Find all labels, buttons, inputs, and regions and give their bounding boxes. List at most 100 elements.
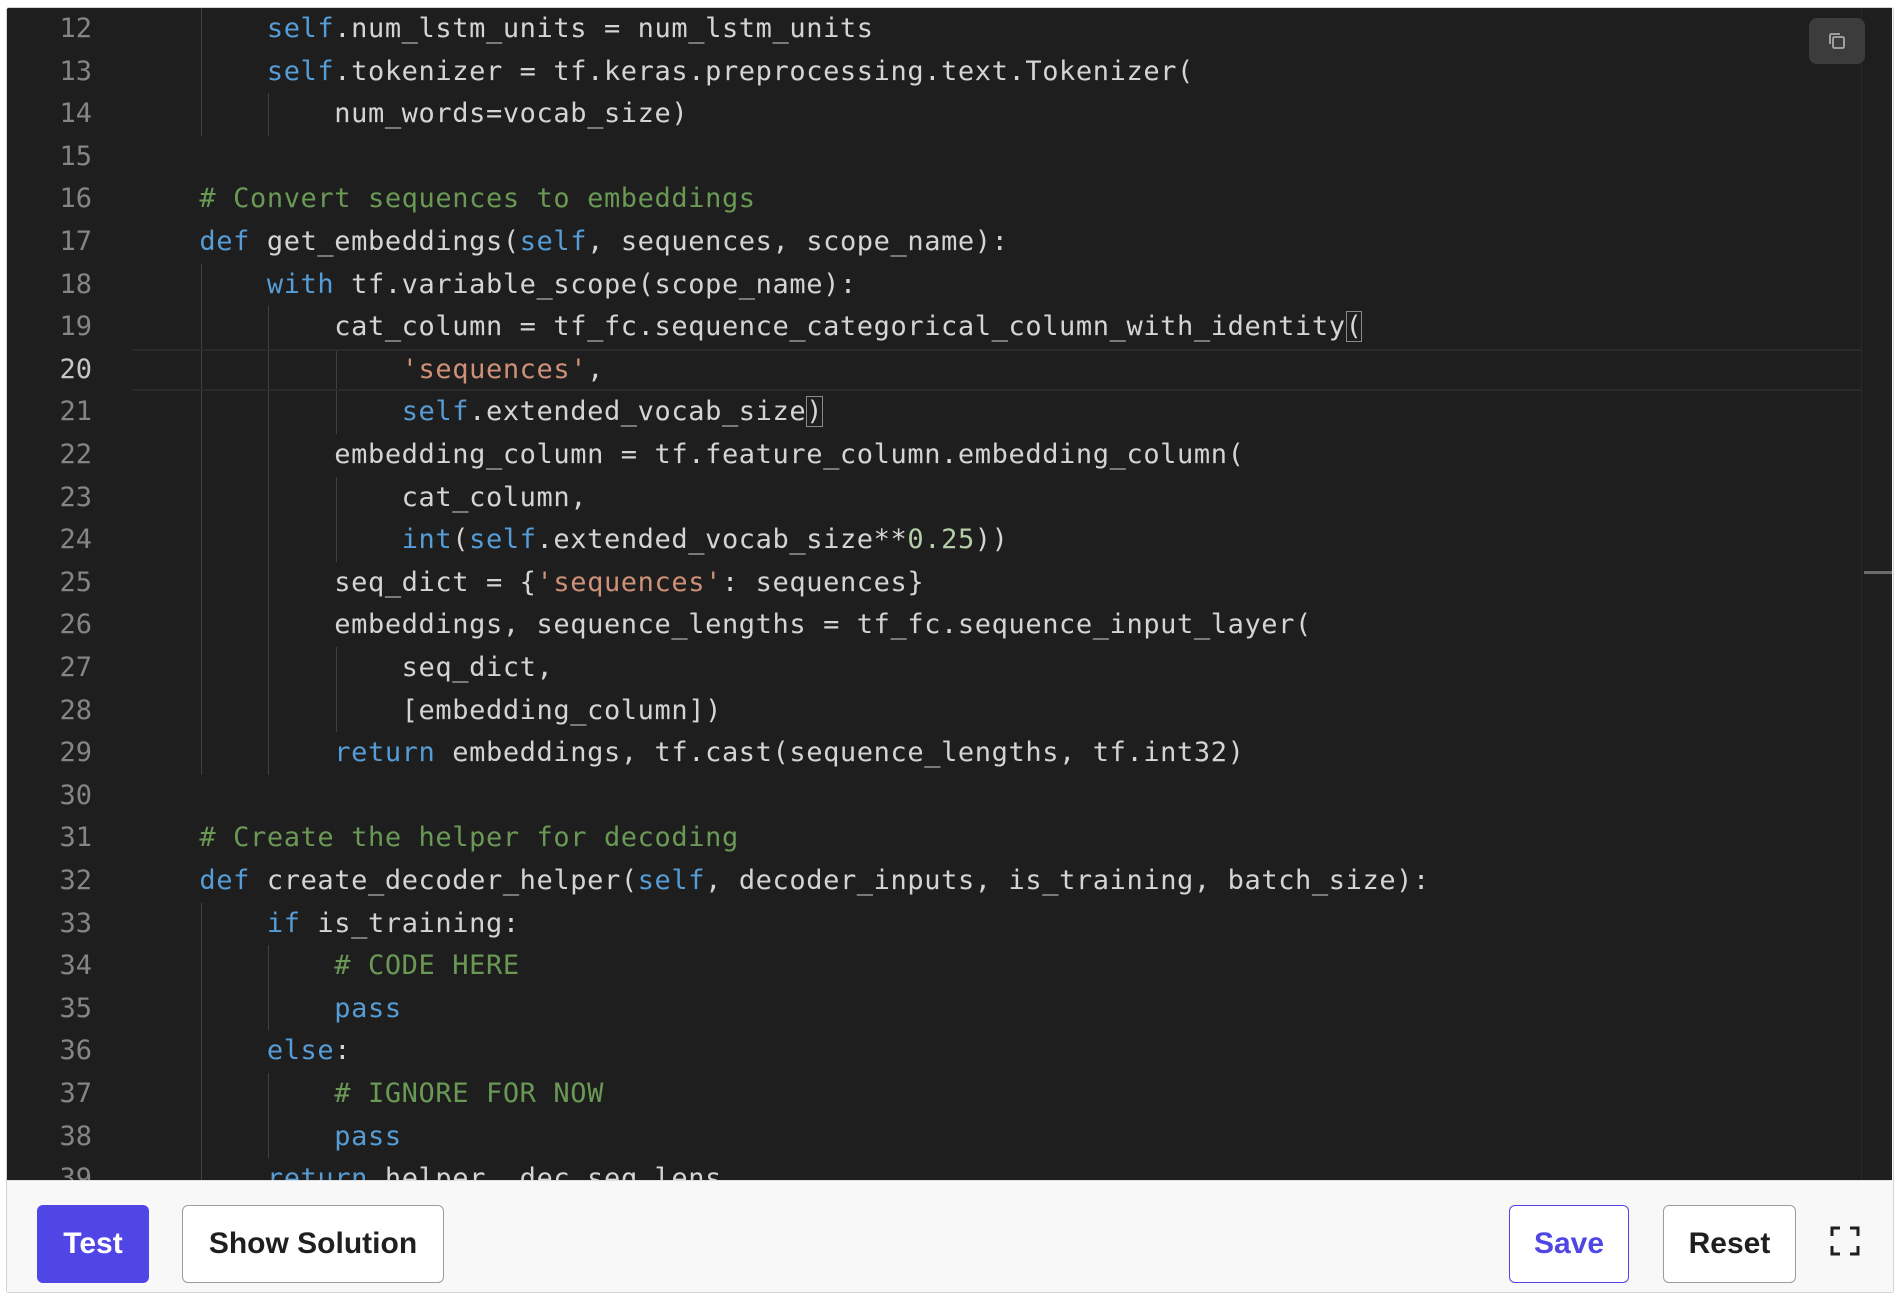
code-content[interactable]: self.num_lstm_units = num_lstm_units sel… xyxy=(132,8,1862,1180)
code-token: if xyxy=(266,907,301,939)
code-token: pass xyxy=(334,992,402,1024)
code-line[interactable]: self.tokenizer = tf.keras.preprocessing.… xyxy=(132,51,1194,93)
line-number: 28 xyxy=(59,694,92,726)
action-toolbar: Test Show Solution Save Reset xyxy=(7,1180,1892,1292)
code-token: , sequences, scope_name): xyxy=(587,226,1009,257)
fullscreen-icon[interactable] xyxy=(1829,1225,1861,1257)
line-number-gutter: 12 13 14 15 16 17 18 19 20 21 22 23 24 25 26 27 28 29 30 31… xyxy=(7,8,132,1180)
code-token: ) xyxy=(806,396,824,428)
code-token: .tokenizer = tf.keras.preprocessing.text… xyxy=(334,55,1194,87)
code-token: with xyxy=(266,268,335,300)
code-line[interactable]: # CODE HERE xyxy=(132,945,520,987)
save-button[interactable]: Save xyxy=(1509,1205,1629,1283)
code-token: return xyxy=(334,737,436,769)
code-token: self xyxy=(401,396,470,428)
code-token: 0.25 xyxy=(907,524,975,556)
code-token: )) xyxy=(974,524,1009,556)
code-token: create_decoder_helper( xyxy=(250,865,638,896)
code-line[interactable]: with tf.variable_scope(scope_name): xyxy=(132,264,857,306)
code-line[interactable]: def get_embeddings(self, sequences, scop… xyxy=(132,221,1009,263)
code-line[interactable]: seq_dict = {'sequences': sequences} xyxy=(132,562,924,604)
code-line[interactable]: cat_column, xyxy=(132,477,587,519)
line-number: 31 xyxy=(59,822,92,854)
code-line[interactable]: # IGNORE FOR NOW xyxy=(132,1073,604,1115)
line-number: 12 xyxy=(59,13,92,44)
code-line[interactable]: return embeddings, tf.cast(sequence_leng… xyxy=(132,732,1244,774)
code-line[interactable]: self.extended_vocab_size) xyxy=(132,391,824,433)
code-line[interactable]: return helper, dec_seq_lens xyxy=(132,1158,722,1180)
line-number: 34 xyxy=(59,950,92,982)
vertical-scrollbar[interactable] xyxy=(1861,8,1892,1180)
code-line[interactable]: self.num_lstm_units = num_lstm_units xyxy=(132,8,874,50)
reset-button[interactable]: Reset xyxy=(1663,1205,1796,1283)
code-line[interactable]: [embedding_column]) xyxy=(132,690,722,732)
line-number: 25 xyxy=(59,566,92,598)
code-token: self xyxy=(266,55,335,87)
scrollbar-position-marker xyxy=(1864,571,1892,574)
line-number: 39 xyxy=(59,1163,92,1180)
code-line[interactable]: seq_dict, xyxy=(132,647,553,689)
code-token: # CODE HERE xyxy=(334,950,520,982)
code-token: else xyxy=(266,1035,335,1067)
code-token: : xyxy=(334,1035,352,1067)
copy-icon xyxy=(1829,33,1845,49)
code-line[interactable]: if is_training: xyxy=(132,903,520,945)
code-token: tf.variable_scope(scope_name): xyxy=(334,268,857,300)
line-number: 35 xyxy=(59,992,92,1024)
code-line[interactable]: pass xyxy=(132,988,402,1030)
code-line[interactable]: # Convert sequences to embeddings xyxy=(132,178,756,220)
code-line[interactable]: int(self.extended_vocab_size**0.25)) xyxy=(132,519,1009,561)
code-token: helper, dec_seq_lens xyxy=(367,1163,722,1180)
show-solution-button[interactable]: Show Solution xyxy=(182,1205,444,1283)
code-line[interactable]: cat_column = tf_fc.sequence_categorical_… xyxy=(132,306,1363,348)
code-token: # IGNORE FOR NOW xyxy=(334,1078,604,1109)
line-number: 22 xyxy=(59,439,92,470)
code-line[interactable]: embedding_column = tf.feature_column.emb… xyxy=(132,434,1244,476)
code-line[interactable]: def create_decoder_helper(self, decoder_… xyxy=(132,860,1430,902)
line-number: 13 xyxy=(59,55,92,87)
code-token: # Create the helper for decoding xyxy=(199,822,739,854)
line-number: 26 xyxy=(59,609,92,641)
code-token: , xyxy=(587,353,604,385)
code-token: ( xyxy=(1345,311,1363,343)
code-line[interactable]: 'sequences', xyxy=(132,349,604,391)
code-line[interactable]: embeddings, sequence_lengths = tf_fc.seq… xyxy=(132,604,1312,646)
line-number: 27 xyxy=(59,652,92,683)
code-token: : sequences} xyxy=(721,566,925,598)
code-token: ( xyxy=(452,524,470,556)
code-line[interactable]: else: xyxy=(132,1030,351,1072)
code-editor[interactable]: 12 13 14 15 16 17 18 19 20 21 22 23 24 25 26 27 28 29 30 31… xyxy=(7,8,1892,1180)
code-token: embeddings, tf.cast(sequence_lengths, tf… xyxy=(435,737,1245,769)
code-token: .extended_vocab_size** xyxy=(536,524,908,556)
code-token: [embedding_column]) xyxy=(132,694,722,726)
code-line[interactable]: num_words=vocab_size) xyxy=(132,93,688,135)
line-number: 36 xyxy=(59,1035,92,1067)
code-line[interactable]: pass xyxy=(132,1116,402,1158)
code-token: seq_dict, xyxy=(132,652,554,683)
test-button[interactable]: Test xyxy=(37,1205,149,1283)
code-token: embeddings, sequence_lengths = tf_fc.seq… xyxy=(132,609,1312,641)
line-number: 21 xyxy=(59,396,92,428)
line-number: 38 xyxy=(59,1120,92,1152)
code-token: self xyxy=(519,226,588,257)
code-line[interactable]: # Create the helper for decoding xyxy=(132,817,739,859)
line-number: 20 xyxy=(59,353,92,385)
code-token: pass xyxy=(334,1120,402,1152)
copy-code-button[interactable] xyxy=(1809,18,1865,64)
code-token: .extended_vocab_size xyxy=(469,396,807,428)
line-number: 33 xyxy=(59,907,92,939)
